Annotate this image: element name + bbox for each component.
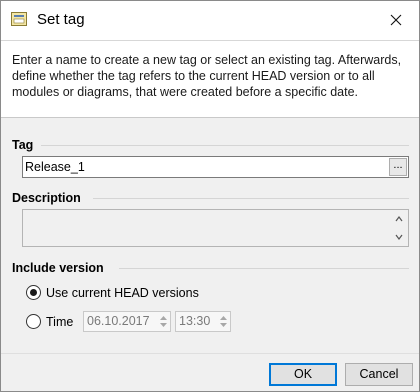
description-section-divider [93,198,409,199]
head-version-radio[interactable] [26,285,41,300]
scroll-up-icon[interactable] [394,214,404,224]
info-text: Enter a name to create a new tag or sele… [12,53,402,99]
tag-field: ... [22,156,409,178]
time-spinner[interactable]: 13:30 [175,311,231,332]
time-radio[interactable] [26,314,41,329]
close-button[interactable] [381,5,411,35]
title-bar: Set tag [1,1,419,40]
close-icon [390,14,402,26]
include-version-section-divider [119,268,409,269]
dialog-title: Set tag [37,11,85,28]
head-version-label[interactable]: Use current HEAD versions [46,285,199,301]
description-textarea[interactable] [22,209,409,247]
dialog-footer: OK Cancel [1,353,419,391]
ok-button[interactable]: OK [269,363,337,386]
set-tag-dialog: Set tag Enter a name to create a new tag… [0,0,420,392]
date-value: 06.10.2017 [87,314,150,328]
info-panel: Enter a name to create a new tag or sele… [1,40,419,118]
time-spin-icon[interactable] [218,313,229,330]
include-version-section-label: Include version [12,261,104,275]
tag-section-label: Tag [12,138,34,152]
date-spinner[interactable]: 06.10.2017 [83,311,171,332]
time-value: 13:30 [179,314,211,328]
description-section-label: Description [12,191,81,205]
cancel-button[interactable]: Cancel [345,363,413,386]
description-scrollbar[interactable] [391,211,407,245]
date-spin-icon[interactable] [158,313,169,330]
time-label[interactable]: Time [46,314,73,330]
scroll-down-icon[interactable] [394,232,404,242]
tag-window-icon [11,12,27,26]
browse-tags-button[interactable]: ... [389,158,407,176]
tag-input[interactable] [23,157,388,177]
radio-selected-dot [30,289,37,296]
tag-section-divider [41,145,409,146]
